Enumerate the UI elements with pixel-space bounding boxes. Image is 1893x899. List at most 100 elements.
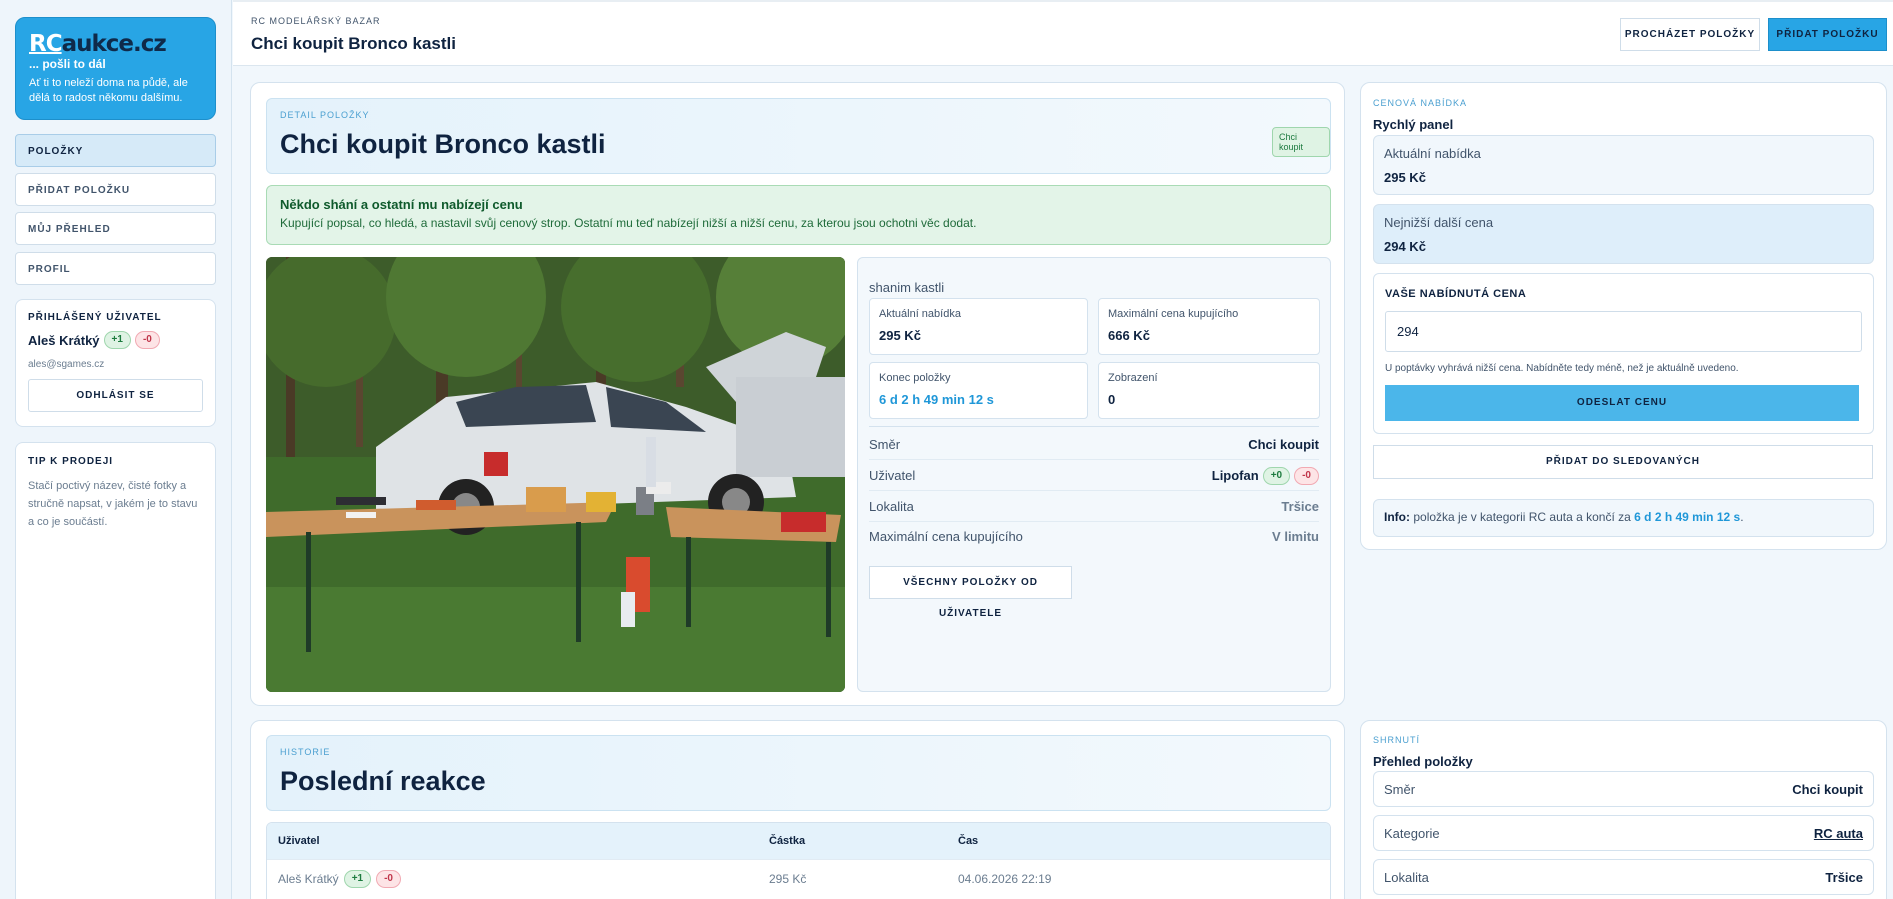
summary-row-smer: Směr Chci koupit	[1373, 771, 1874, 807]
add-item-button[interactable]: PŘIDAT POLOŽKU	[1768, 18, 1887, 51]
logo[interactable]: RCaukce.cz	[29, 32, 202, 56]
cell-amount: 295 Kč	[769, 871, 807, 886]
all-user-items-button[interactable]: VŠECHNY POLOŽKY OD UŽIVATELE	[869, 566, 1072, 619]
cell-time: 04.06.2026 22:19	[958, 871, 1052, 886]
browse-items-button[interactable]: PROCHÁZET POLOŽKY	[1620, 18, 1760, 51]
submit-price-button[interactable]: ODESLAT CENU	[1385, 385, 1859, 421]
item-description: shanim kastli	[869, 280, 945, 295]
row-value: Tršice	[1281, 499, 1319, 514]
rating-minus-badge: -0	[1294, 466, 1319, 485]
sidebar-item-pridat-polozku[interactable]: PŘIDAT POLOŽKU	[15, 173, 216, 206]
item-info-box: shanim kastli Aktuální nabídka 295 Kč Ma…	[857, 257, 1331, 692]
stat-value: 295 Kč	[879, 328, 921, 343]
user-email: ales@sgames.cz	[28, 359, 105, 370]
topbar-eyebrow: RC MODELÁŘSKÝ BAZAR	[251, 16, 381, 26]
stat-max-price: Maximální cena kupujícího 666 Kč	[1098, 298, 1320, 355]
brand-tagline: ... pošli to dál	[29, 57, 106, 71]
table-header: Uživatel Částka Čas	[267, 823, 1330, 859]
stat-views: Zobrazení 0	[1098, 362, 1320, 419]
rating-plus-badge: +1	[103, 331, 131, 349]
stat-current-offer: Aktuální nabídka 295 Kč	[869, 298, 1088, 355]
type-badge: Chci koupit	[1272, 127, 1330, 157]
next-price-value: 294 Kč	[1384, 239, 1426, 254]
page-title: Chci koupit Bronco kastli	[251, 34, 456, 53]
brand-description: Ať ti to neleží doma na půdě, ale dělá t…	[29, 77, 188, 104]
row-key: Uživatel	[869, 468, 916, 483]
info-row-lokalita: Lokalita Tršice	[869, 492, 1319, 522]
stat-label: Zobrazení	[1108, 372, 1158, 384]
info-prefix: Info:	[1384, 510, 1410, 524]
detail-eyebrow: DETAIL POLOŽKY	[280, 110, 370, 120]
sidebar-item-profil[interactable]: PROFIL	[15, 252, 216, 285]
table-row: Aleš Krátký +1 -0 295 Kč 04.06.2026 22:1…	[267, 859, 1330, 897]
info-time: 6 d 2 h 49 min 12 s	[1634, 510, 1741, 524]
summary-row-kategorie: Kategorie RC auta	[1373, 815, 1874, 851]
row-value-group: Lipofan +0 -0	[1212, 466, 1319, 485]
info-text: položka je v kategorii RC auta a končí z…	[1413, 510, 1631, 524]
history-panel: HISTORIE Poslední reakce Uživatel Částka…	[250, 720, 1345, 899]
category-link[interactable]: RC auta	[1814, 826, 1863, 841]
next-price-label: Nejnižší další cena	[1384, 215, 1494, 230]
info-suffix: .	[1740, 510, 1744, 524]
info-row-smer: Směr Chci koupit	[869, 430, 1319, 460]
row-key: Kategorie	[1384, 825, 1440, 841]
logout-button[interactable]: ODHLÁSIT SE	[28, 379, 203, 412]
history-user-name[interactable]: Aleš Krátký	[278, 872, 339, 886]
cell-user: Aleš Krátký +1 -0	[267, 869, 769, 888]
alert-text: Kupující popsal, co hledá, a nastavil sv…	[280, 216, 977, 230]
next-price-box: Nejnižší další cena 294 Kč	[1373, 204, 1874, 264]
user-card: PŘIHLÁŠENÝ UŽIVATEL Aleš Krátký +1 -0 al…	[15, 299, 216, 427]
sidebar-item-polozky[interactable]: POLOŽKY	[15, 134, 216, 167]
add-to-watchlist-button[interactable]: PŘIDAT DO SLEDOVANÝCH	[1373, 445, 1873, 479]
divider	[869, 426, 1319, 427]
column-header-user: Uživatel	[278, 835, 320, 847]
user-name-row: Aleš Krátký +1 -0	[28, 331, 203, 349]
stat-value: 6 d 2 h 49 min 12 s	[879, 392, 994, 407]
history-eyebrow: HISTORIE	[280, 747, 331, 757]
info-note: Info: položka je v kategorii RC auta a k…	[1373, 499, 1874, 537]
offer-panel: CENOVÁ NABÍDKA Rychlý panel Aktuální nab…	[1360, 82, 1887, 550]
top-bar: RC MODELÁŘSKÝ BAZAR Chci koupit Bronco k…	[233, 0, 1893, 66]
row-key: Směr	[869, 437, 901, 452]
row-value: Tršice	[1825, 869, 1863, 885]
history-title: Poslední reakce	[280, 766, 486, 796]
logo-text: aukce.cz	[61, 31, 167, 57]
current-offer-value: 295 Kč	[1384, 170, 1426, 185]
info-row-uzivatel: Uživatel Lipofan +0 -0	[869, 461, 1319, 491]
stat-label: Aktuální nabídka	[879, 308, 961, 320]
item-photo[interactable]	[266, 257, 845, 692]
item-photo-image	[266, 257, 845, 692]
brand-card[interactable]: RCaukce.cz ... pošli to dál Ať ti to nel…	[15, 17, 216, 120]
detail-title: Chci koupit Bronco kastli	[280, 129, 606, 159]
logo-rc: RC	[29, 31, 63, 57]
summary-row-lokalita: Lokalita Tršice	[1373, 859, 1874, 895]
seller-name-link[interactable]: Lipofan	[1212, 468, 1259, 483]
row-key: Maximální cena kupujícího	[869, 528, 1023, 544]
your-price-label: VAŠE NABÍDNUTÁ CENA	[1385, 288, 1527, 300]
offer-eyebrow: CENOVÁ NABÍDKA	[1373, 98, 1468, 108]
price-hint: U poptávky vyhrává nižší cena. Nabídněte…	[1385, 363, 1739, 374]
info-alert: Někdo shání a ostatní mu nabízejí cenu K…	[266, 185, 1331, 245]
rating-minus-badge: -0	[134, 331, 160, 349]
offer-form: VAŠE NABÍDNUTÁ CENA U poptávky vyhrává n…	[1373, 273, 1874, 434]
tip-card: TIP K PRODEJI Stačí poctivý název, čisté…	[15, 442, 216, 899]
rating-plus-badge: +0	[1262, 466, 1291, 485]
user-name: Aleš Krátký	[28, 332, 100, 348]
price-input[interactable]	[1385, 311, 1862, 352]
stat-value: 666 Kč	[1108, 328, 1150, 343]
sidebar-item-muj-prehled[interactable]: MŮJ PŘEHLED	[15, 212, 216, 245]
history-table: Uživatel Částka Čas Aleš Krátký +1 -0 29…	[266, 822, 1331, 899]
sidebar: RCaukce.cz ... pošli to dál Ať ti to nel…	[0, 0, 232, 899]
column-header-time: Čas	[958, 835, 979, 847]
user-card-heading: PŘIHLÁŠENÝ UŽIVATEL	[28, 312, 162, 323]
alert-title: Někdo shání a ostatní mu nabízejí cenu	[280, 197, 523, 212]
stat-end-time: Konec položky 6 d 2 h 49 min 12 s	[869, 362, 1088, 419]
row-key: Lokalita	[1384, 869, 1429, 885]
history-header: HISTORIE Poslední reakce	[266, 735, 1331, 811]
row-value: V limitu	[1272, 528, 1319, 544]
row-key: Lokalita	[869, 499, 914, 514]
current-offer-box: Aktuální nabídka 295 Kč	[1373, 135, 1874, 195]
row-key: Směr	[1384, 781, 1416, 797]
summary-title: Přehled položky	[1373, 754, 1473, 769]
info-row-max-price: Maximální cena kupujícího V limitu	[869, 521, 1319, 551]
